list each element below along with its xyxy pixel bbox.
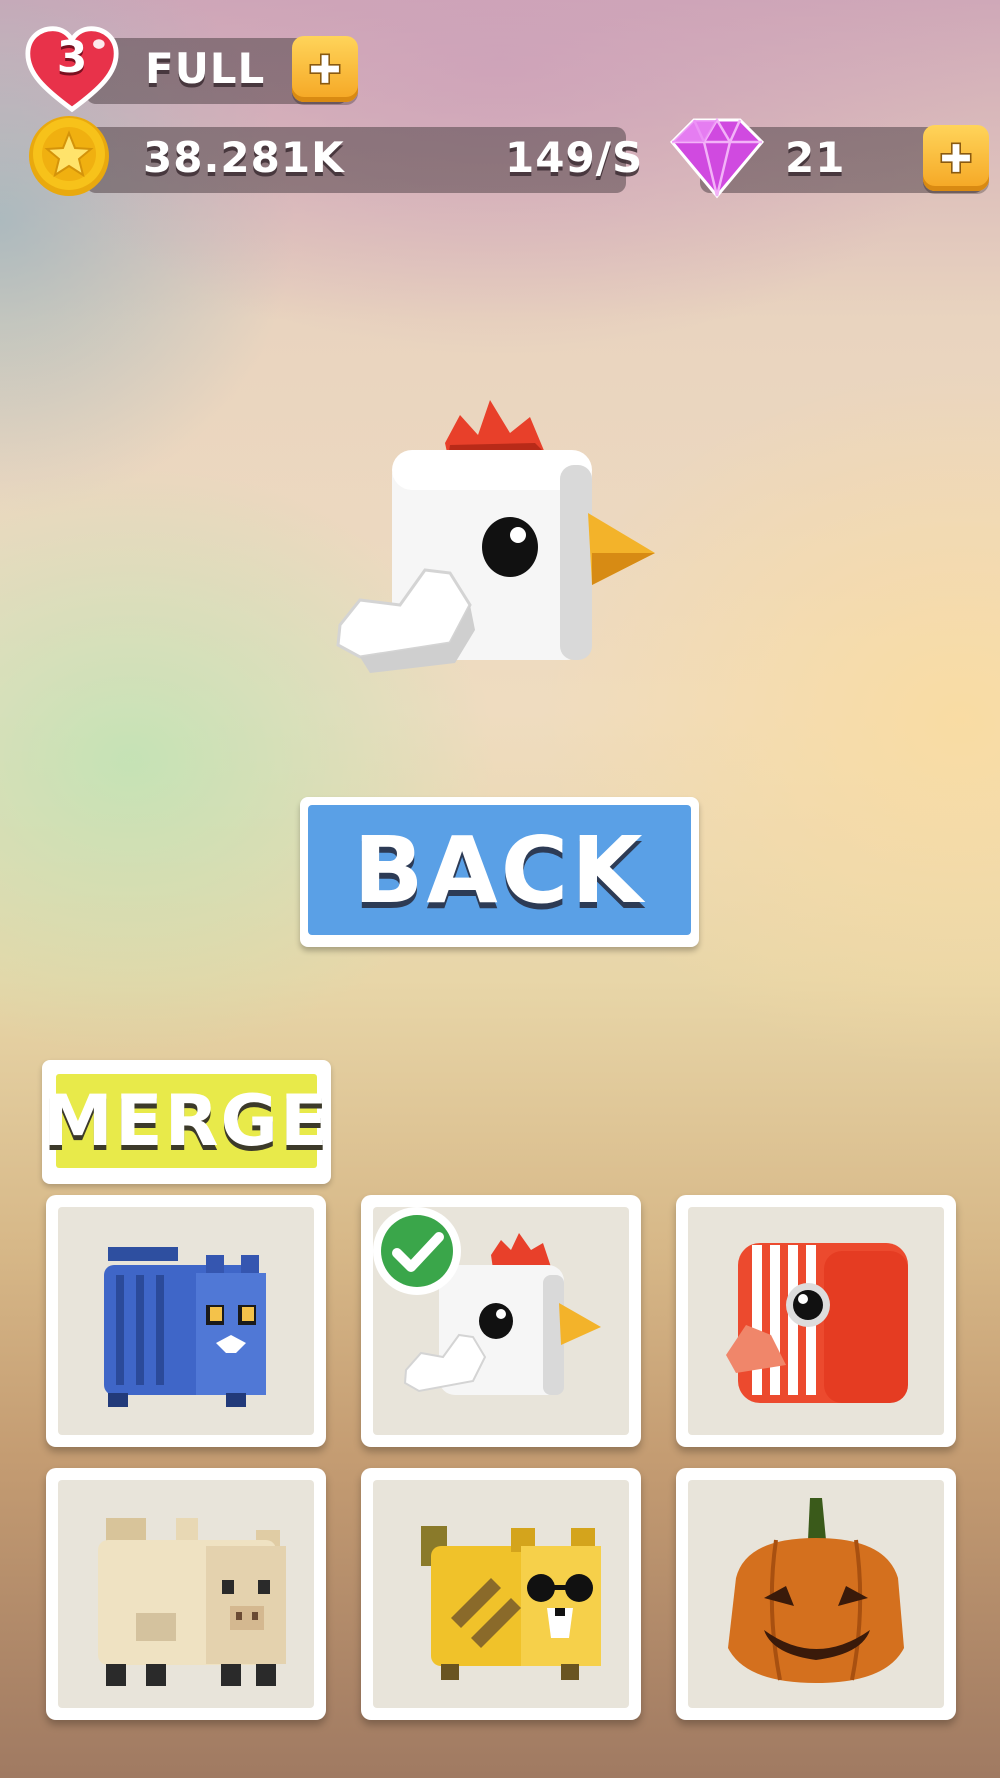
plus-icon (940, 142, 972, 174)
coin-rate: 149/S (505, 133, 644, 182)
back-button-label: BACK (308, 805, 691, 935)
pumpkin-character-icon (728, 1498, 904, 1683)
add-gems-button[interactable] (923, 125, 989, 191)
blue-cat-character-icon (104, 1247, 266, 1407)
add-lives-button[interactable] (292, 36, 358, 102)
inventory-slot-tan-pig[interactable] (46, 1468, 326, 1720)
yellow-dog-sunglasses-character-icon (421, 1526, 601, 1680)
coin-star-icon (26, 113, 112, 199)
red-striped-bird-character-icon (726, 1243, 908, 1403)
plus-icon (309, 53, 341, 85)
inventory-slot-pumpkin[interactable] (676, 1468, 956, 1720)
back-button[interactable]: BACK (300, 797, 699, 947)
gems-amount: 21 (785, 133, 846, 182)
gem-icon (668, 114, 766, 200)
inventory-slot-yellow-dog[interactable] (361, 1468, 641, 1720)
heart-icon: 3 (24, 24, 120, 114)
inventory-slot-blue-cat[interactable] (46, 1195, 326, 1447)
coins-amount: 38.281K (143, 133, 345, 182)
selected-check-icon (373, 1207, 461, 1295)
lives-status: FULL (145, 44, 266, 93)
lives-count: 3 (56, 32, 88, 83)
merge-button-label: MERGE (43, 1074, 328, 1168)
merge-button[interactable]: MERGE (42, 1060, 331, 1184)
inventory-slot-chicken[interactable] (361, 1195, 641, 1447)
tan-pig-character-icon (98, 1518, 286, 1686)
character-preview-chicken (330, 395, 660, 685)
inventory-slot-red-striped-bird[interactable] (676, 1195, 956, 1447)
